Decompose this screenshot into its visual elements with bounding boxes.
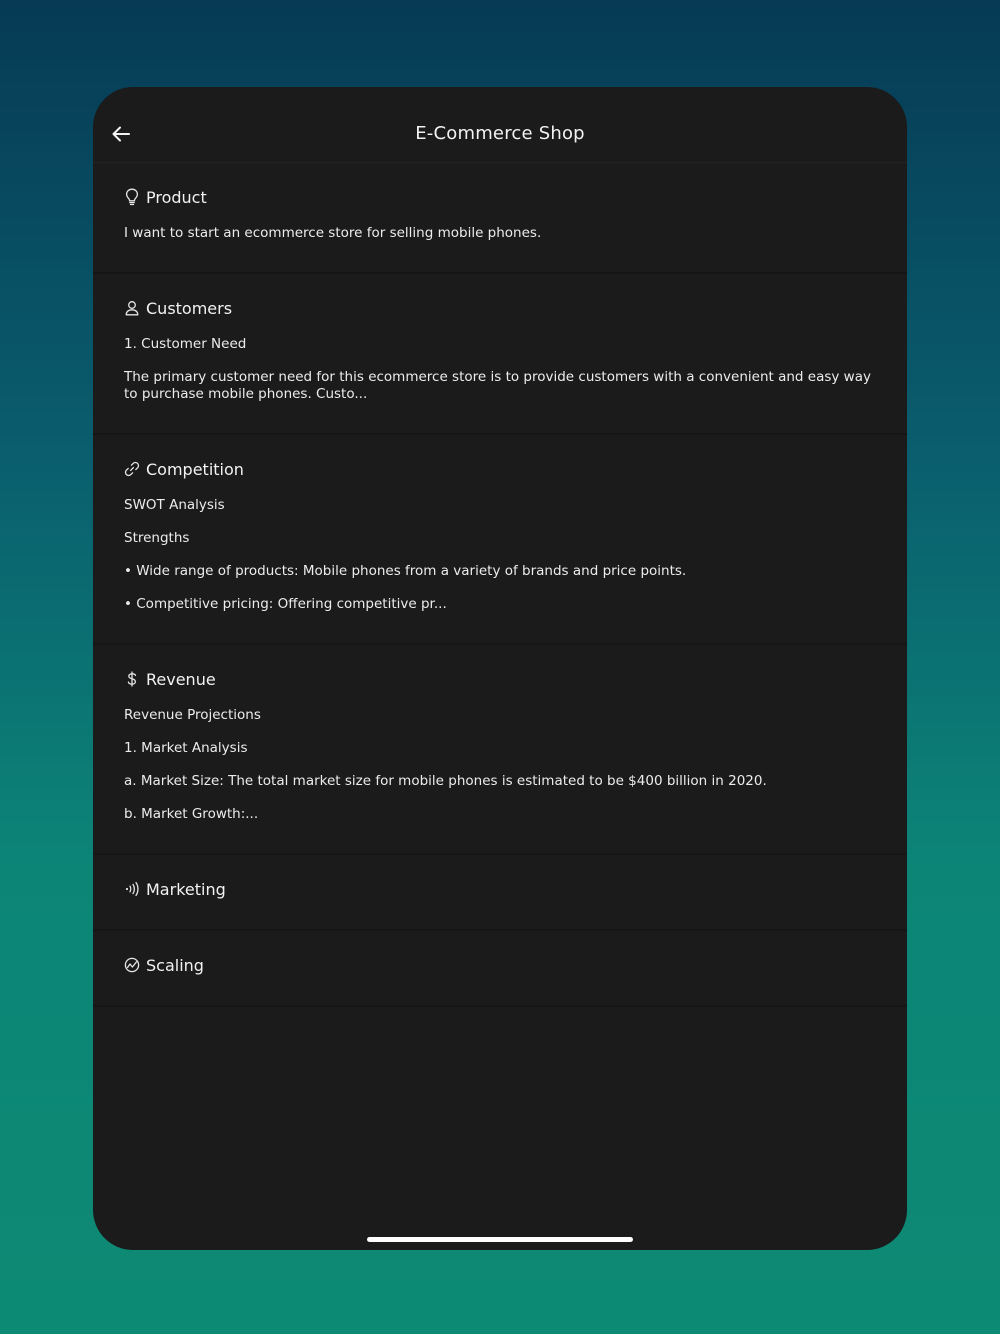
page-title: E-Commerce Shop [415,123,585,144]
section-customers[interactable]: Customers 1. Customer Need The primary c… [93,274,907,435]
lightbulb-icon [124,188,140,206]
user-icon [124,299,140,317]
section-text: The primary customer need for this ecomm… [124,369,871,402]
section-scaling[interactable]: Scaling [93,931,907,1007]
section-title: Competition [146,459,244,479]
section-text: I want to start an ecommerce store for s… [124,225,542,241]
section-text: Revenue Projections [124,707,261,723]
growth-chart-icon [124,956,140,974]
section-title: Marketing [146,879,226,899]
broadcast-icon [124,880,140,898]
section-text: • Competitive pricing: Offering competit… [124,596,447,612]
section-marketing[interactable]: Marketing [93,855,907,931]
section-text: • Wide range of products: Mobile phones … [124,563,687,579]
section-text: 1. Customer Need [124,336,247,352]
header: E-Commerce Shop [93,87,907,163]
section-competition[interactable]: Competition SWOT Analysis Strengths • Wi… [93,435,907,645]
home-indicator[interactable] [367,1237,633,1242]
section-title: Scaling [146,955,204,975]
dollar-icon [124,670,140,688]
section-text: a. Market Size: The total market size fo… [124,773,767,789]
section-revenue[interactable]: Revenue Revenue Projections 1. Market An… [93,645,907,855]
link-icon [124,460,140,478]
section-text: 1. Market Analysis [124,740,248,756]
section-title: Customers [146,298,233,318]
section-title: Revenue [146,669,216,689]
section-title: Product [146,187,207,207]
section-text: SWOT Analysis [124,497,225,513]
section-text: Strengths [124,530,190,546]
section-text: b. Market Growth:... [124,806,259,822]
app-window: E-Commerce Shop Product I want to start … [93,87,907,1250]
section-product[interactable]: Product I want to start an ecommerce sto… [93,163,907,274]
